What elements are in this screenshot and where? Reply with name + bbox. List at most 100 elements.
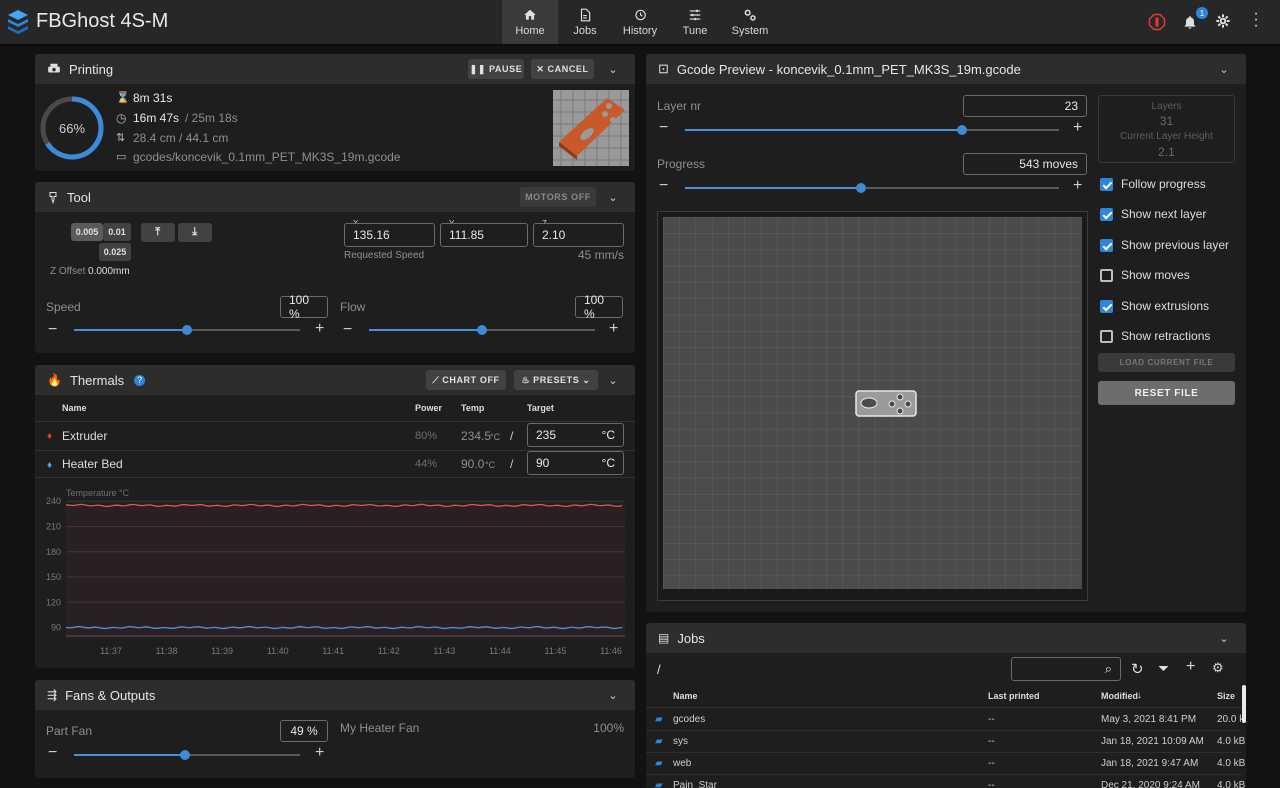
bell-icon[interactable] (1182, 13, 1198, 31)
presets-button[interactable]: ♨ PRESETS ⌄ (514, 370, 598, 390)
motors-off-button[interactable]: MOTORS OFF (520, 187, 596, 207)
checkbox-3[interactable] (1100, 269, 1113, 283)
chart-ylabel: Temperature °C (66, 488, 130, 498)
gcode-header: ⊡ Gcode Preview - koncevik_0.1mm_PET_MK3… (646, 54, 1246, 84)
flow-slider-thumb[interactable] (477, 325, 487, 335)
divider (35, 477, 635, 478)
checkbox-2[interactable] (1100, 238, 1113, 252)
requested-speed-value: 45 mm/s (577, 248, 624, 262)
heater-bed-target-field[interactable]: 90 °C (527, 451, 624, 475)
pause-button[interactable]: ❚❚ PAUSE (468, 59, 524, 79)
minus-icon[interactable]: − (48, 745, 57, 761)
step-0025-button[interactable]: 0.025 (99, 243, 131, 261)
nav-system[interactable]: System (722, 0, 778, 44)
col-name[interactable]: Name (673, 691, 698, 701)
part-fan-slider[interactable] (74, 750, 300, 760)
checkbox-4[interactable] (1100, 299, 1113, 313)
emergency-stop-icon[interactable] (1148, 13, 1166, 31)
reset-file-button[interactable]: RESET FILE (1098, 381, 1235, 405)
col-target: Target (527, 403, 554, 413)
col-size[interactable]: Size (1217, 691, 1235, 701)
option-label[interactable]: Show next layer (1121, 207, 1206, 221)
plus-icon[interactable]: + (315, 745, 324, 761)
checkbox-1[interactable] (1100, 208, 1113, 222)
step-001-button[interactable]: 0.01 (103, 223, 131, 241)
load-current-file-button[interactable]: LOAD CURRENT FILE (1098, 353, 1235, 372)
minus-icon[interactable]: − (659, 120, 668, 136)
jobs-search-input[interactable]: ⌕ (1011, 657, 1121, 681)
add-icon[interactable]: + (1186, 658, 1195, 676)
y-position-field[interactable]: 111.85 (440, 223, 528, 247)
progress-slider-thumb[interactable] (855, 183, 866, 193)
nav-jobs[interactable]: Jobs (557, 0, 613, 44)
filter-icon[interactable]: ⏷ (1158, 660, 1169, 677)
plus-icon[interactable]: + (609, 321, 618, 337)
job-last-printed: -- (988, 736, 995, 747)
search-icon[interactable]: ⌕ (1105, 661, 1112, 677)
flow-field[interactable]: 100 % (575, 293, 623, 321)
chart-grid (66, 500, 625, 637)
chevron-down-icon[interactable]: ⌄ (606, 688, 620, 702)
gear-icon[interactable] (1215, 13, 1231, 29)
part-fan-field[interactable]: 49 % (280, 720, 328, 742)
job-modified: May 3, 2021 8:41 PM (1101, 714, 1197, 725)
refresh-icon[interactable]: ↻ (1131, 660, 1144, 678)
option-label[interactable]: Show retractions (1121, 329, 1210, 343)
nav-tune[interactable]: Tune (667, 0, 723, 44)
chevron-down-icon[interactable]: ⌄ (1217, 62, 1231, 76)
step-0005-button[interactable]: 0.005 (71, 223, 103, 241)
chevron-down-icon[interactable]: ⌄ (1217, 631, 1231, 645)
chart-area-fill (66, 505, 625, 636)
nav-home[interactable]: Home (502, 0, 558, 44)
extruder-target-field[interactable]: 235 °C (527, 423, 624, 447)
part-fan-slider-thumb[interactable] (179, 750, 190, 760)
minus-icon[interactable]: − (343, 322, 352, 338)
col-modified[interactable]: Modified (1101, 691, 1138, 701)
plus-icon[interactable]: + (1073, 178, 1082, 194)
speed-slider-thumb[interactable] (182, 325, 192, 335)
progress-slider[interactable] (685, 183, 1059, 193)
gcode-viewer[interactable] (657, 211, 1088, 601)
chevron-down-icon[interactable]: ⌄ (606, 373, 620, 387)
progress-percent: 66% (58, 121, 86, 136)
checkbox-5[interactable] (1100, 330, 1113, 343)
chart-y-tick-label: 180 (46, 547, 61, 557)
nav-history-label: History (622, 24, 658, 37)
speed-field[interactable]: 100 % (280, 293, 328, 321)
more-vert-icon[interactable]: · · · (1252, 6, 1260, 34)
layer-height-value: 2.1 (1158, 145, 1175, 159)
progress-field[interactable]: 543 moves (963, 153, 1087, 175)
file-settings-icon[interactable]: ⚙ (1212, 660, 1224, 676)
chart-off-button[interactable]: ⟋ CHART OFF (426, 370, 506, 390)
table-row[interactable]: ▰gcodes--May 3, 2021 8:41 PM20.0 kB (646, 709, 1246, 731)
minus-icon[interactable]: − (48, 322, 57, 338)
option-label[interactable]: Follow progress (1121, 177, 1206, 191)
plus-icon[interactable]: + (1073, 120, 1082, 136)
chevron-down-icon[interactable]: ⌄ (606, 190, 620, 204)
col-last-printed[interactable]: Last printed (988, 691, 1040, 701)
layer-slider[interactable] (685, 125, 1059, 135)
speed-slider[interactable] (74, 325, 300, 335)
z-down-button[interactable]: ⤓ (178, 223, 212, 242)
help-icon[interactable]: ? (134, 374, 146, 386)
chevron-down-icon[interactable]: ⌄ (606, 62, 620, 76)
plus-icon[interactable]: + (315, 321, 324, 337)
table-row[interactable]: ▰ web -- Jan 18, 2021 9:47 AM 4.0 kB (646, 753, 1245, 775)
nav-history[interactable]: History (612, 0, 668, 44)
option-label[interactable]: Show extrusions (1121, 299, 1209, 313)
chart-y-ticks: 240 210 180 150 120 90 (46, 496, 61, 632)
scrollbar[interactable] (1242, 685, 1246, 723)
cancel-button[interactable]: ✕ CANCEL (531, 59, 594, 79)
table-row[interactable]: ▰ sys -- Jan 18, 2021 10:09 AM 4.0 kB (646, 731, 1245, 753)
layer-slider-thumb[interactable] (956, 125, 967, 135)
option-label[interactable]: Show previous layer (1121, 238, 1229, 252)
z-position-field[interactable]: 2.10 (533, 223, 624, 247)
x-position-field[interactable]: 135.16 (344, 223, 435, 247)
minus-icon[interactable]: − (659, 178, 668, 194)
layer-nr-field[interactable]: 23 (963, 95, 1087, 117)
table-row[interactable]: ▰ Pain_Star -- Dec 21, 2020 9:24 AM 4.0 kB (646, 775, 1245, 788)
option-label[interactable]: Show moves (1121, 268, 1190, 282)
z-up-button[interactable]: ⤒ (141, 223, 175, 242)
checkbox-0[interactable] (1100, 178, 1113, 191)
flow-slider[interactable] (369, 325, 595, 335)
